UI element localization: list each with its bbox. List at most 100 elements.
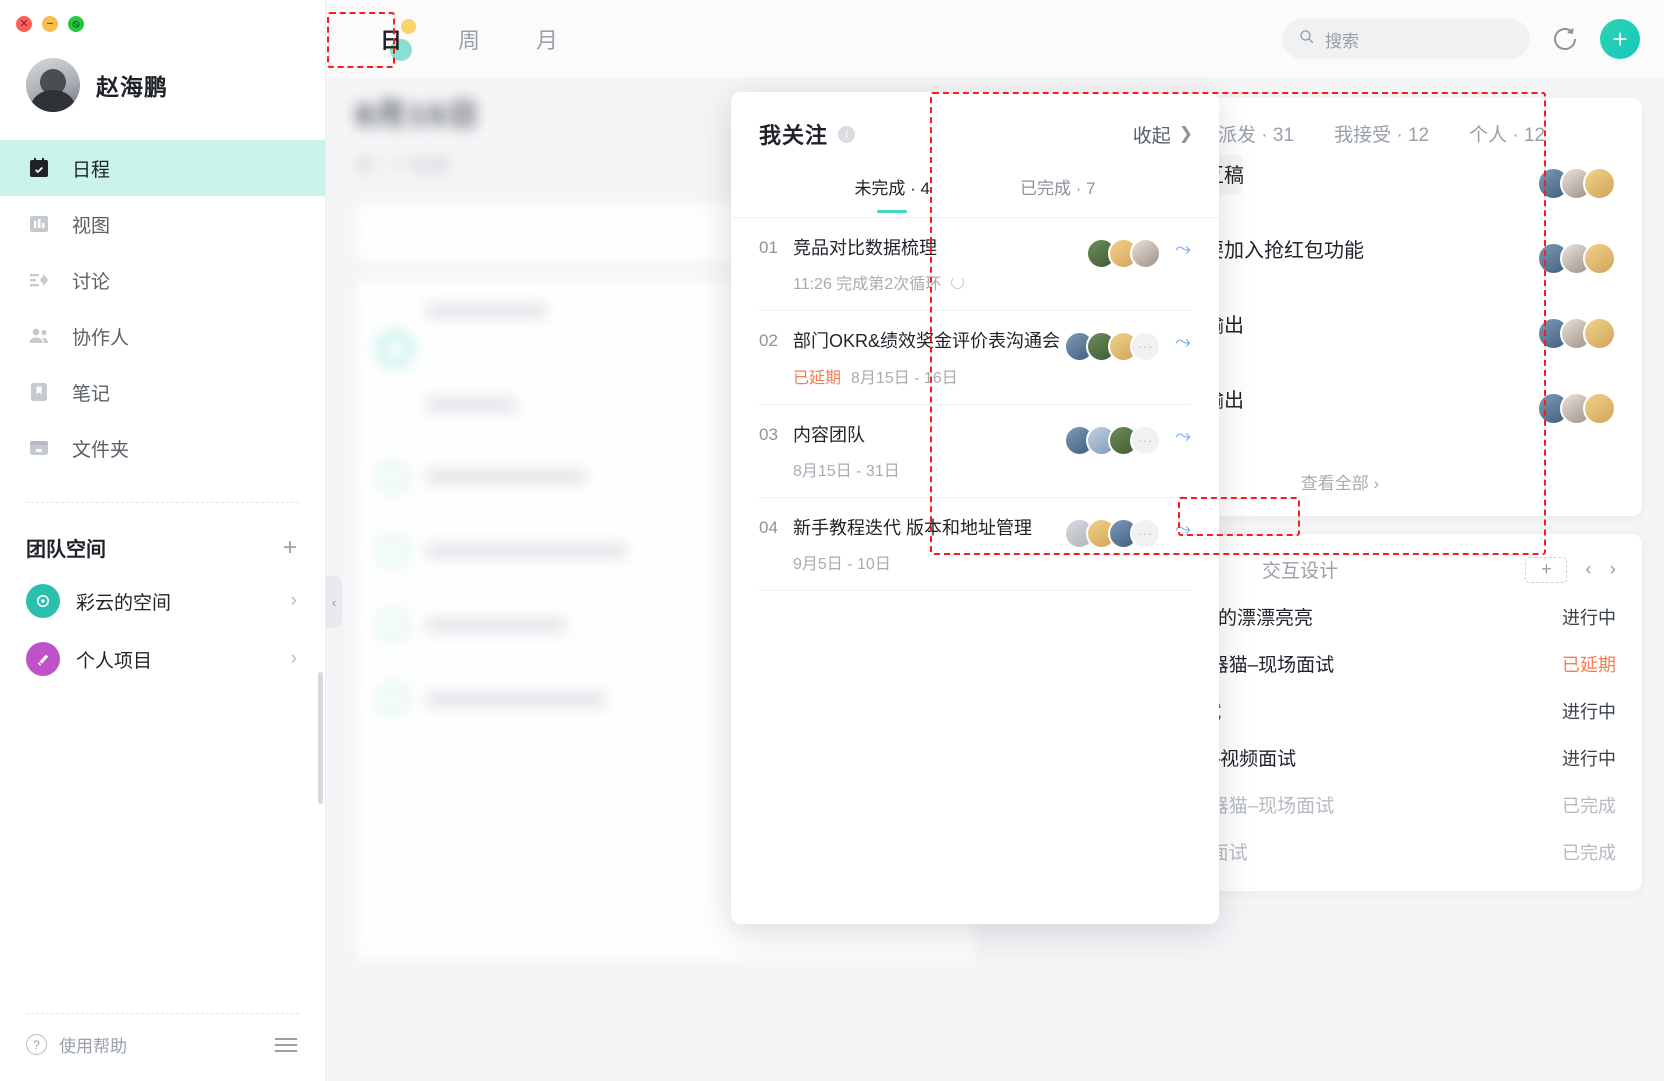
assign-arrow-icon[interactable]: ⤳ bbox=[1175, 423, 1191, 448]
task-title: 内容团队 bbox=[793, 424, 865, 445]
status-badge: 已延期 bbox=[1562, 654, 1616, 675]
sidebar-item-notes[interactable]: 笔记 bbox=[0, 364, 325, 420]
close-button[interactable]: ✕ bbox=[16, 16, 32, 32]
tab-interaction-design[interactable]: 交互设计 bbox=[1262, 556, 1338, 583]
sidebar-item-folders[interactable]: 文件夹 bbox=[0, 420, 325, 476]
avatar bbox=[1583, 167, 1616, 200]
collapse-panel-handle[interactable]: ‹ bbox=[326, 576, 342, 628]
task-avatars: ··· bbox=[1064, 423, 1161, 456]
task-date: 8月15日 - 31日 bbox=[793, 462, 900, 480]
chevron-right-icon: ❯ bbox=[1178, 124, 1193, 143]
table-row[interactable]: 02 部门OKR&绩效奖金评价表沟通会 已延期 8月15日 - 16日 ··· bbox=[759, 311, 1191, 405]
chevron-left-icon[interactable]: ‹ bbox=[1585, 559, 1591, 581]
interview-panel-controls: + ‹ › bbox=[1525, 556, 1616, 583]
table-row[interactable]: 03 内容团队 8月15日 - 31日 ··· ⤳ bbox=[759, 405, 1191, 498]
question-circle-icon: ? bbox=[26, 1034, 47, 1055]
search-input[interactable]: 搜索 bbox=[1282, 19, 1530, 59]
sidebar-item-collaborators[interactable]: 协作人 bbox=[0, 308, 325, 364]
event-avatars bbox=[1537, 388, 1616, 425]
topbar-actions: 搜索 + bbox=[1282, 19, 1640, 59]
sidebar-footer: ? 使用帮助 bbox=[0, 1014, 325, 1081]
status-badge: 已延期 bbox=[793, 369, 842, 387]
sidebar-item-views[interactable]: 视图 bbox=[0, 196, 325, 252]
avatar-more[interactable]: ··· bbox=[1130, 331, 1161, 363]
people-icon bbox=[26, 323, 52, 349]
task-title: 竞品对比数据梳理 bbox=[793, 238, 937, 258]
info-icon[interactable]: i bbox=[838, 125, 856, 143]
sidebar: ✕ − ⦸ 赵海鹏 日程 视图 讨论 协作人 笔记 文件夹 团队空间 + 彩云的… bbox=[0, 0, 326, 1081]
status-badge: 进行中 bbox=[1562, 701, 1616, 722]
table-row[interactable]: 01 竞品对比数据梳理 11:26 完成第2次循环 ⤳ bbox=[759, 218, 1191, 312]
event-avatars bbox=[1537, 238, 1616, 275]
chevron-right-icon: › bbox=[290, 590, 297, 611]
day-yellow-dot bbox=[401, 19, 417, 34]
assign-arrow-icon[interactable]: ⤳ bbox=[1175, 236, 1191, 261]
hamburger-icon[interactable] bbox=[275, 1037, 297, 1052]
add-button[interactable]: + bbox=[1600, 19, 1640, 59]
topbar: 日 周 月 搜索 + bbox=[326, 0, 1664, 78]
space-label: 彩云的空间 bbox=[76, 592, 172, 614]
event-avatars bbox=[1537, 313, 1616, 350]
target-icon bbox=[26, 584, 60, 618]
view-all-button[interactable]: 查看全部 › bbox=[1301, 474, 1379, 493]
avatar-more[interactable]: ··· bbox=[1130, 517, 1161, 549]
tab-my-accepted[interactable]: 我接受 · 12 bbox=[1334, 120, 1429, 147]
tab-week[interactable]: 周 bbox=[430, 15, 508, 63]
status-badge: 进行中 bbox=[1562, 748, 1616, 769]
task-date: 9月5日 - 10日 bbox=[793, 556, 891, 574]
window-traffic-lights: ✕ − ⦸ bbox=[0, 0, 325, 32]
task-index: 03 bbox=[759, 424, 778, 444]
user-profile[interactable]: 赵海鹏 bbox=[0, 32, 325, 140]
minimize-button[interactable]: − bbox=[42, 16, 58, 32]
chevron-right-icon[interactable]: › bbox=[1610, 559, 1616, 581]
zoom-button[interactable]: ⦸ bbox=[68, 16, 84, 32]
tab-incomplete[interactable]: 未完成 · 4 bbox=[852, 166, 932, 213]
help-button[interactable]: ? 使用帮助 bbox=[26, 1032, 127, 1057]
tab-month-label: 月 bbox=[536, 28, 559, 53]
tab-month[interactable]: 月 bbox=[508, 15, 586, 63]
status-badge: 已完成 bbox=[1562, 795, 1616, 816]
task-index: 01 bbox=[759, 238, 778, 257]
flag-icon bbox=[26, 642, 60, 676]
assign-arrow-icon[interactable]: ⤳ bbox=[1175, 516, 1191, 541]
task-title: 部门OKR&绩效奖金评价表沟通会 bbox=[793, 331, 1061, 352]
add-list-button[interactable]: + bbox=[1525, 556, 1568, 583]
task-title: 新手教程迭代 版本和地址管理 bbox=[793, 517, 1032, 538]
avatar bbox=[1130, 238, 1161, 269]
tab-week-label: 周 bbox=[458, 28, 481, 53]
add-space-button[interactable]: + bbox=[283, 535, 297, 560]
assign-arrow-icon[interactable]: ⤳ bbox=[1175, 329, 1191, 354]
task-date: 8月15日 - 16日 bbox=[851, 369, 958, 387]
team-space-header: 团队空间 + bbox=[0, 503, 325, 572]
sidebar-item-discussion[interactable]: 讨论 bbox=[0, 252, 325, 308]
table-row[interactable]: 04 新手教程迭代 版本和地址管理 9月5日 - 10日 ··· ⤳ bbox=[759, 498, 1191, 592]
sidebar-item-schedule[interactable]: 日程 bbox=[0, 140, 325, 196]
sidebar-item-space-caiyun[interactable]: 彩云的空间 › bbox=[0, 572, 325, 630]
chart-bars-icon bbox=[26, 211, 52, 237]
focus-task-list: 01 竞品对比数据梳理 11:26 完成第2次循环 ⤳ 02 部门OKR&绩效奖… bbox=[731, 218, 1219, 592]
tab-complete[interactable]: 已完成 · 7 bbox=[1018, 166, 1098, 213]
task-index: 02 bbox=[759, 331, 778, 351]
calendar-check-icon bbox=[26, 155, 52, 181]
sidebar-item-label: 日程 bbox=[72, 159, 111, 181]
sidebar-item-label: 文件夹 bbox=[72, 439, 130, 461]
sidebar-item-label: 笔记 bbox=[72, 383, 111, 405]
refresh-icon[interactable] bbox=[1550, 24, 1580, 54]
search-placeholder: 搜索 bbox=[1325, 31, 1359, 51]
tab-day[interactable]: 日 bbox=[352, 15, 430, 63]
task-index: 04 bbox=[759, 517, 778, 537]
collapse-label: 收起 bbox=[1132, 125, 1171, 147]
sidebar-scrollbar[interactable] bbox=[318, 672, 323, 804]
focus-modal: 我关注 i 收起 ❯ 未完成 · 4 已完成 · 7 01 竞品对比数据梳理 1… bbox=[731, 92, 1219, 924]
tab-personal[interactable]: 个人 · 12 bbox=[1469, 120, 1545, 147]
avatar bbox=[1583, 242, 1616, 275]
search-icon bbox=[1298, 28, 1315, 50]
bookmark-icon bbox=[26, 379, 52, 405]
chevron-right-icon: › bbox=[1373, 474, 1380, 493]
tab-day-label: 日 bbox=[380, 28, 403, 53]
team-space-title: 团队空间 bbox=[26, 539, 106, 561]
task-meta: 9月5日 - 10日 bbox=[793, 550, 1064, 574]
sidebar-item-space-personal[interactable]: 个人项目 › bbox=[0, 630, 325, 688]
collapse-link[interactable]: 收起 ❯ bbox=[1133, 121, 1193, 148]
avatar-more[interactable]: ··· bbox=[1130, 424, 1161, 456]
